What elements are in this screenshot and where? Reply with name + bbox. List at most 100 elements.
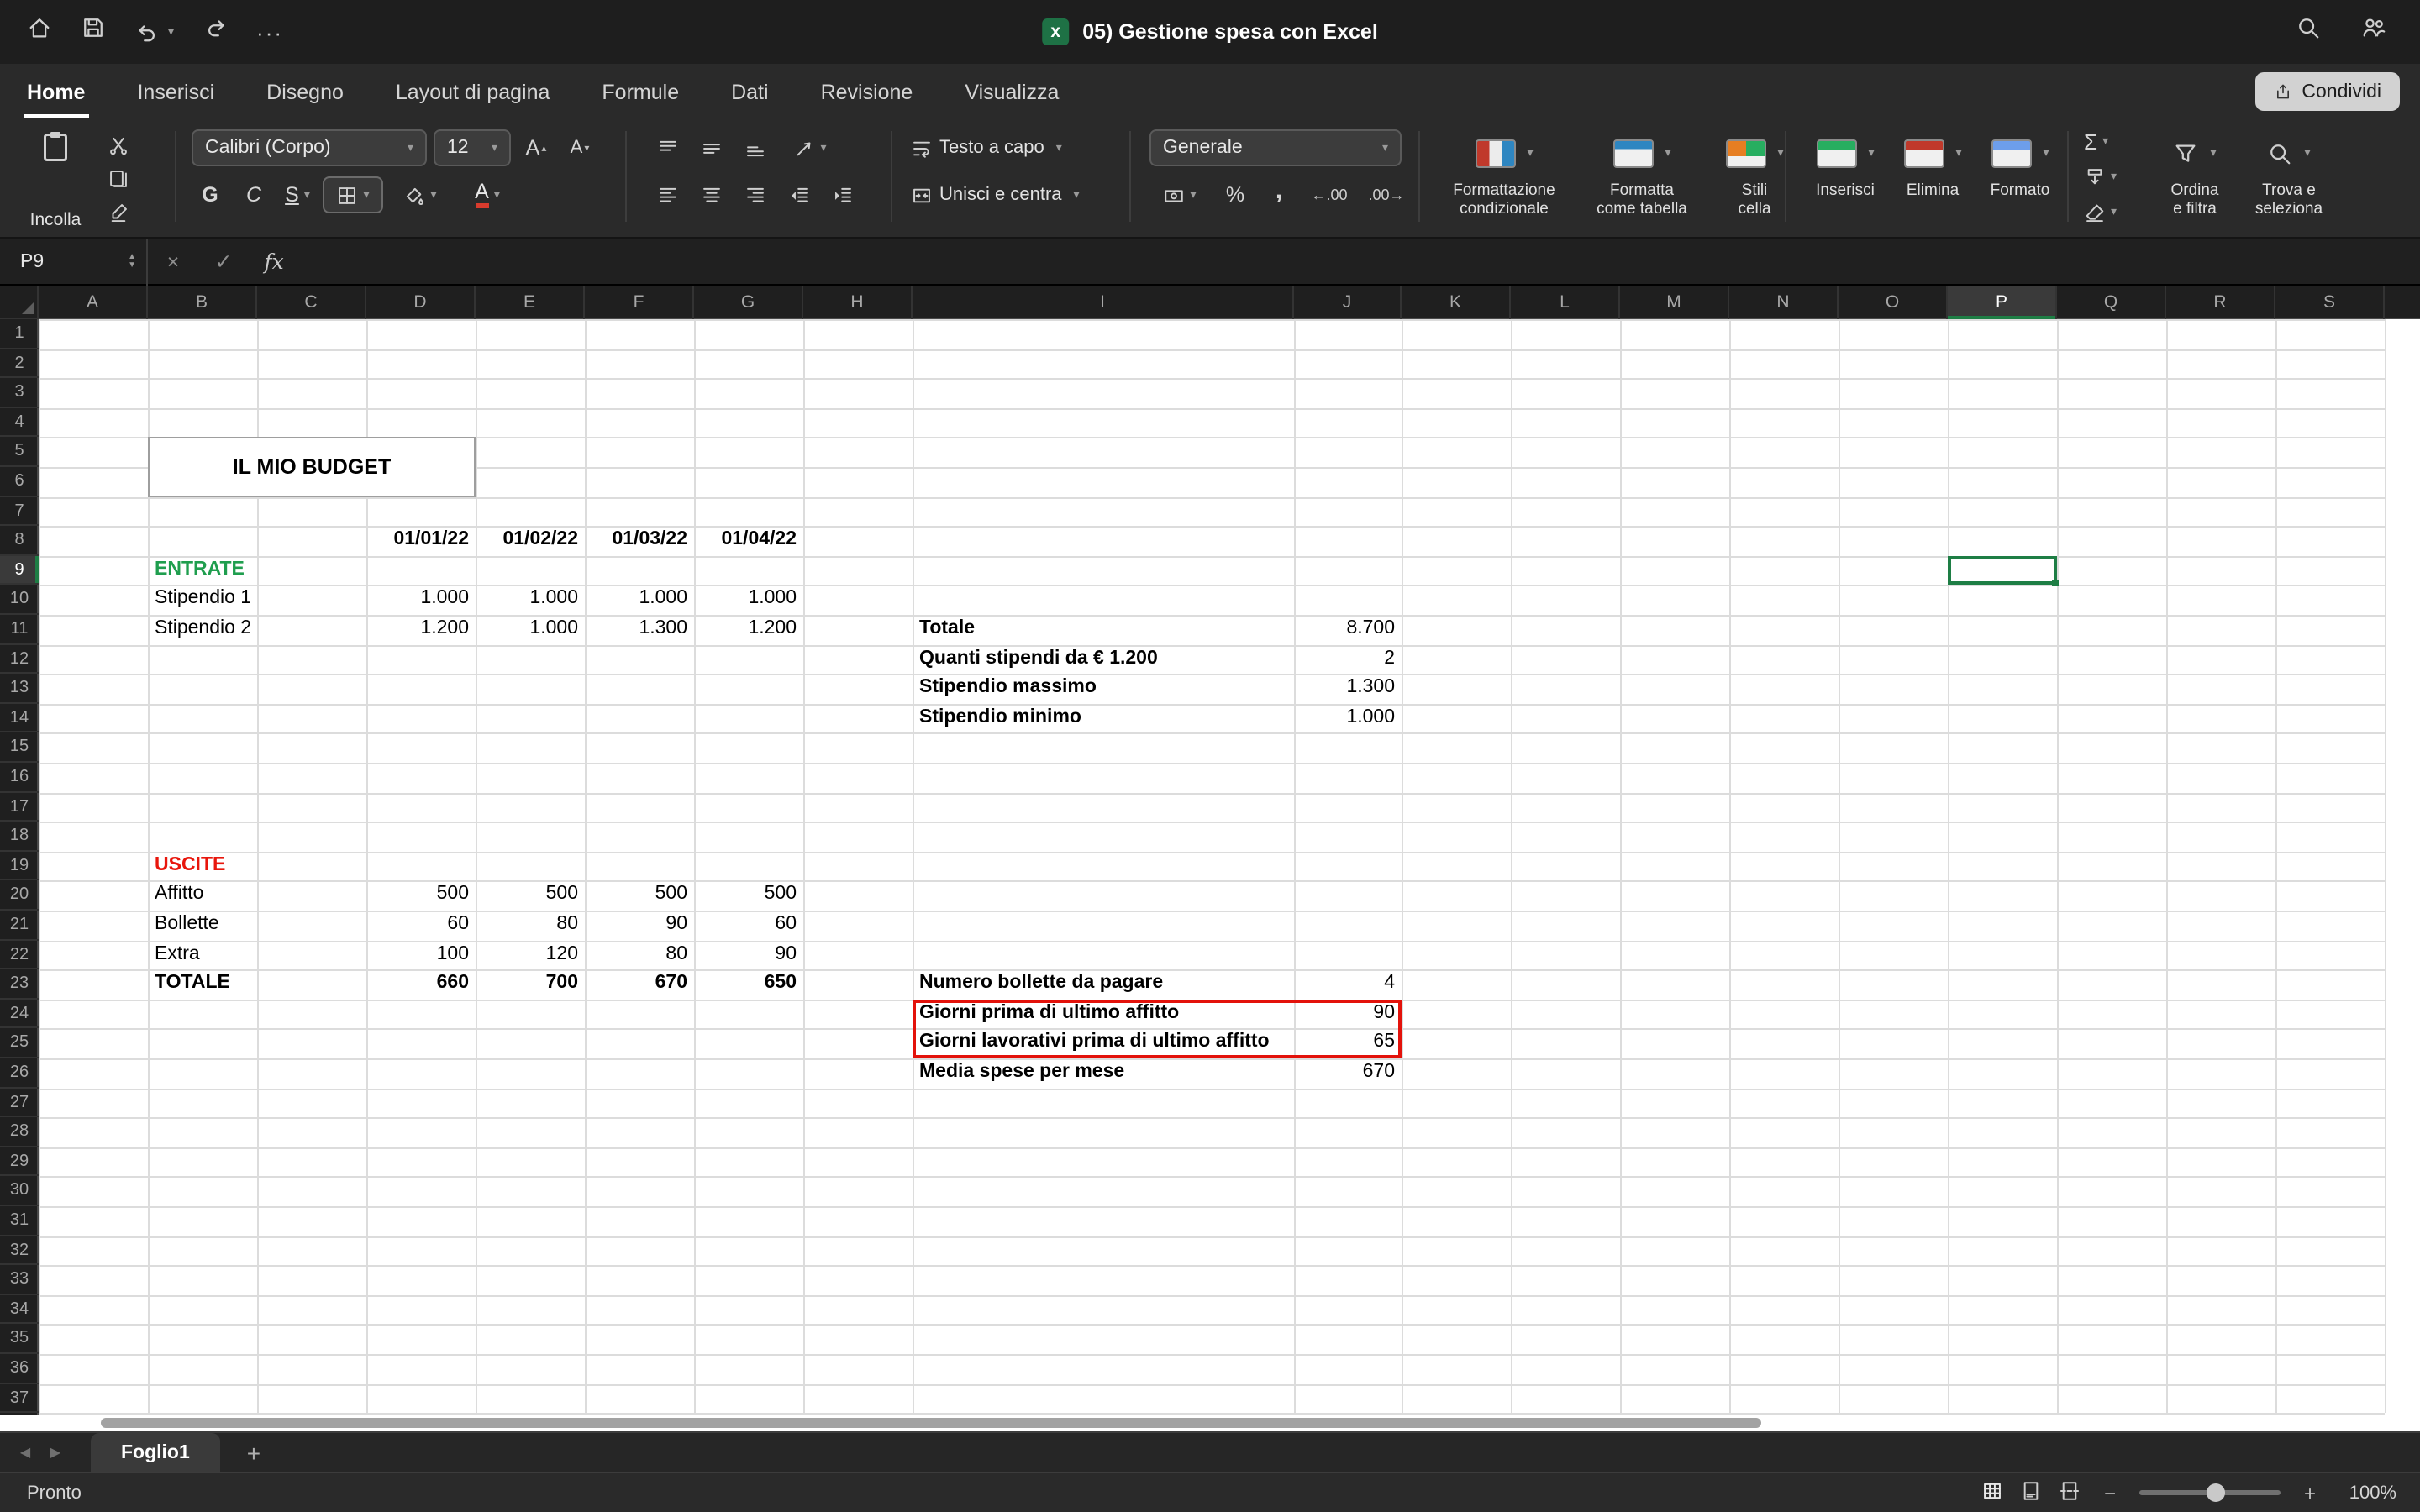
row-header-16[interactable]: 16 (0, 763, 39, 792)
decrease-indent-button[interactable] (780, 176, 817, 213)
cell-E23[interactable]: 700 (476, 969, 585, 999)
cut-button[interactable] (108, 129, 129, 160)
delete-cells-button[interactable]: ▾ Elimina (1889, 123, 1976, 234)
row-header-31[interactable]: 31 (0, 1206, 39, 1236)
column-header-C[interactable]: C (257, 286, 366, 319)
percent-style-button[interactable]: % (1217, 176, 1254, 213)
insert-cells-button[interactable]: ▾ Inserisci (1802, 123, 1889, 234)
column-header-P[interactable]: P (1948, 286, 2057, 319)
cell-F22[interactable]: 80 (585, 940, 694, 969)
row-header-23[interactable]: 23 (0, 969, 39, 999)
cell-E22[interactable]: 120 (476, 940, 585, 969)
column-header-E[interactable]: E (476, 286, 585, 319)
row-header-29[interactable]: 29 (0, 1147, 39, 1177)
cell-E8[interactable]: 01/02/22 (476, 526, 585, 555)
comma-style-button[interactable]: , (1260, 176, 1297, 213)
tab-disegno[interactable]: Disegno (263, 71, 347, 118)
share-people-icon[interactable] (2361, 15, 2386, 49)
column-header-D[interactable]: D (366, 286, 476, 319)
cell-G23[interactable]: 650 (694, 969, 803, 999)
cell-F20[interactable]: 500 (585, 881, 694, 911)
find-select-button[interactable]: ▾ Trova e seleziona (2242, 123, 2336, 234)
column-header-S[interactable]: S (2275, 286, 2385, 319)
borders-button[interactable]: ▾ (323, 176, 383, 213)
redo-button[interactable] (203, 15, 228, 49)
merged-cell-title[interactable]: IL MIO BUDGET (148, 438, 476, 496)
cell-I26[interactable]: Media spese per mese (913, 1058, 1294, 1088)
align-top-button[interactable] (649, 129, 686, 166)
cell-J11[interactable]: 8.700 (1294, 615, 1402, 644)
wrap-text-button[interactable]: Testo a capo▾ (911, 126, 1080, 170)
row-header-2[interactable]: 2 (0, 349, 39, 378)
column-header-I[interactable]: I (913, 286, 1294, 319)
accounting-format-button[interactable]: ▾ (1150, 176, 1210, 213)
home-quick-button[interactable] (27, 15, 52, 49)
format-painter-button[interactable] (108, 197, 129, 227)
cell-I12[interactable]: Quanti stipendi da € 1.200 (913, 644, 1294, 674)
cell-I23[interactable]: Numero bollette da pagare (913, 969, 1294, 999)
row-header-11[interactable]: 11 (0, 615, 39, 644)
undo-button[interactable]: ▾ (134, 19, 174, 45)
cell-J14[interactable]: 1.000 (1294, 704, 1402, 733)
row-header-33[interactable]: 33 (0, 1265, 39, 1294)
merge-center-button[interactable]: Unisci e centra▾ (911, 173, 1080, 217)
column-header-H[interactable]: H (803, 286, 913, 319)
cell-G11[interactable]: 1.200 (694, 615, 803, 644)
underline-button[interactable]: S▾ (279, 176, 316, 213)
normal-view-button[interactable] (1981, 1479, 2003, 1506)
cell-E21[interactable]: 80 (476, 911, 585, 940)
column-header-Q[interactable]: Q (2057, 286, 2166, 319)
cell-J25[interactable]: 65 (1294, 1029, 1402, 1058)
italic-button[interactable]: C (235, 176, 272, 213)
align-left-button[interactable] (649, 176, 686, 213)
tab-revisione[interactable]: Revisione (818, 71, 917, 118)
row-header-30[interactable]: 30 (0, 1177, 39, 1206)
cell-G21[interactable]: 60 (694, 911, 803, 940)
cell-E10[interactable]: 1.000 (476, 585, 585, 615)
column-header-J[interactable]: J (1294, 286, 1402, 319)
cell-B9[interactable]: ENTRATE (148, 556, 257, 585)
number-format-select[interactable]: Generale▾ (1150, 129, 1402, 166)
cell-E20[interactable]: 500 (476, 881, 585, 911)
column-header-L[interactable]: L (1511, 286, 1620, 319)
cell-J13[interactable]: 1.300 (1294, 674, 1402, 703)
row-header-35[interactable]: 35 (0, 1325, 39, 1354)
cell-styles-button[interactable]: ▾ Stili cella (1707, 123, 1802, 234)
page-layout-view-button[interactable] (2020, 1479, 2042, 1506)
page-break-view-button[interactable] (2059, 1479, 2081, 1506)
column-header-R[interactable]: R (2166, 286, 2275, 319)
tab-formule[interactable]: Formule (598, 71, 682, 118)
cell-F8[interactable]: 01/03/22 (585, 526, 694, 555)
row-header-27[interactable]: 27 (0, 1088, 39, 1117)
zoom-level[interactable]: 100% (2339, 1483, 2396, 1503)
sheet-tab-foglio1[interactable]: Foglio1 (91, 1433, 220, 1472)
column-header-A[interactable]: A (39, 286, 148, 319)
row-header-18[interactable]: 18 (0, 822, 39, 851)
row-header-37[interactable]: 37 (0, 1383, 39, 1413)
column-header-F[interactable]: F (585, 286, 694, 319)
column-header-K[interactable]: K (1402, 286, 1511, 319)
row-header-21[interactable]: 21 (0, 911, 39, 940)
cell-B23[interactable]: TOTALE (148, 969, 257, 999)
row-header-32[interactable]: 32 (0, 1236, 39, 1265)
column-header-G[interactable]: G (694, 286, 803, 319)
column-header-N[interactable]: N (1729, 286, 1839, 319)
tab-inserisci[interactable]: Inserisci (134, 71, 218, 118)
sort-filter-button[interactable]: ▾ Ordina e filtra (2151, 123, 2238, 234)
cell-D11[interactable]: 1.200 (366, 615, 476, 644)
cell-J23[interactable]: 4 (1294, 969, 1402, 999)
row-header-17[interactable]: 17 (0, 792, 39, 822)
column-header-M[interactable]: M (1620, 286, 1729, 319)
text-orientation-button[interactable]: ▾ (780, 129, 840, 166)
cell-B11[interactable]: Stipendio 2 (148, 615, 257, 644)
tab-dati[interactable]: Dati (728, 71, 771, 118)
row-header-6[interactable]: 6 (0, 467, 39, 496)
row-header-19[interactable]: 19 (0, 852, 39, 881)
cell-G10[interactable]: 1.000 (694, 585, 803, 615)
formula-input[interactable] (299, 239, 2420, 284)
row-header-28[interactable]: 28 (0, 1117, 39, 1147)
clear-button[interactable]: ▾ (2084, 195, 2117, 228)
decrease-decimal-button[interactable]: .00→ (1361, 176, 1412, 213)
row-header-10[interactable]: 10 (0, 585, 39, 615)
conditional-formatting-button[interactable]: ▾ Formattazione condizionale (1432, 123, 1576, 234)
